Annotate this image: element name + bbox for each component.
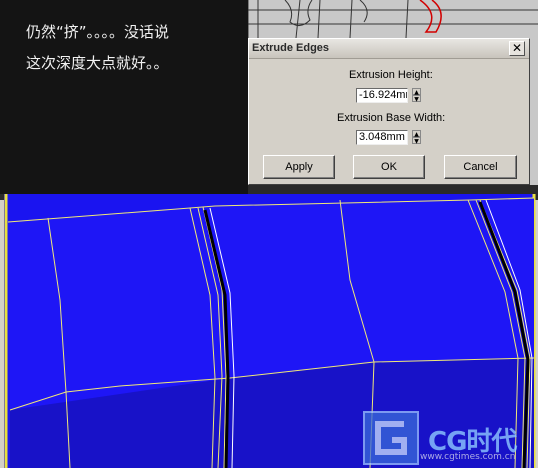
extrusion-base-width-label: Extrusion Base Width: [337, 112, 446, 124]
spinner-down-icon[interactable]: ▼ [412, 137, 421, 145]
caption-line-2: 这次深度大点就好。。 [26, 54, 169, 72]
spinner-up-icon[interactable]: ▲ [412, 88, 421, 96]
watermark-logo-icon [363, 411, 419, 465]
spinner-down-icon[interactable]: ▼ [412, 95, 421, 103]
extrusion-base-width-field[interactable]: 3.048mm [356, 130, 408, 145]
extrusion-height-field[interactable]: -16.924mr [356, 88, 408, 103]
apply-button[interactable]: Apply [263, 155, 335, 179]
spinner-up-icon[interactable]: ▲ [412, 130, 421, 138]
close-icon[interactable]: ✕ [509, 41, 525, 56]
ok-button[interactable]: OK [353, 155, 425, 179]
extrude-edges-dialog: Extrude Edges ✕ Extrusion Height: -16.92… [248, 38, 530, 185]
dialog-titlebar[interactable]: Extrude Edges ✕ [249, 39, 529, 59]
extrusion-base-width-spinner[interactable]: ▲ ▼ [412, 130, 421, 145]
caption-line-1: 仍然“挤”。。。。没话说 [26, 23, 170, 41]
dialog-title: Extrude Edges [252, 42, 330, 54]
extrusion-height-label: Extrusion Height: [349, 69, 433, 81]
cancel-button[interactable]: Cancel [444, 155, 517, 179]
tutorial-caption: 仍然“挤”。。。。没话说 这次深度大点就好。。 [0, 0, 248, 194]
watermark-url: www.cgtimes.com.cn [420, 452, 516, 462]
extrusion-height-spinner[interactable]: ▲ ▼ [412, 88, 421, 103]
